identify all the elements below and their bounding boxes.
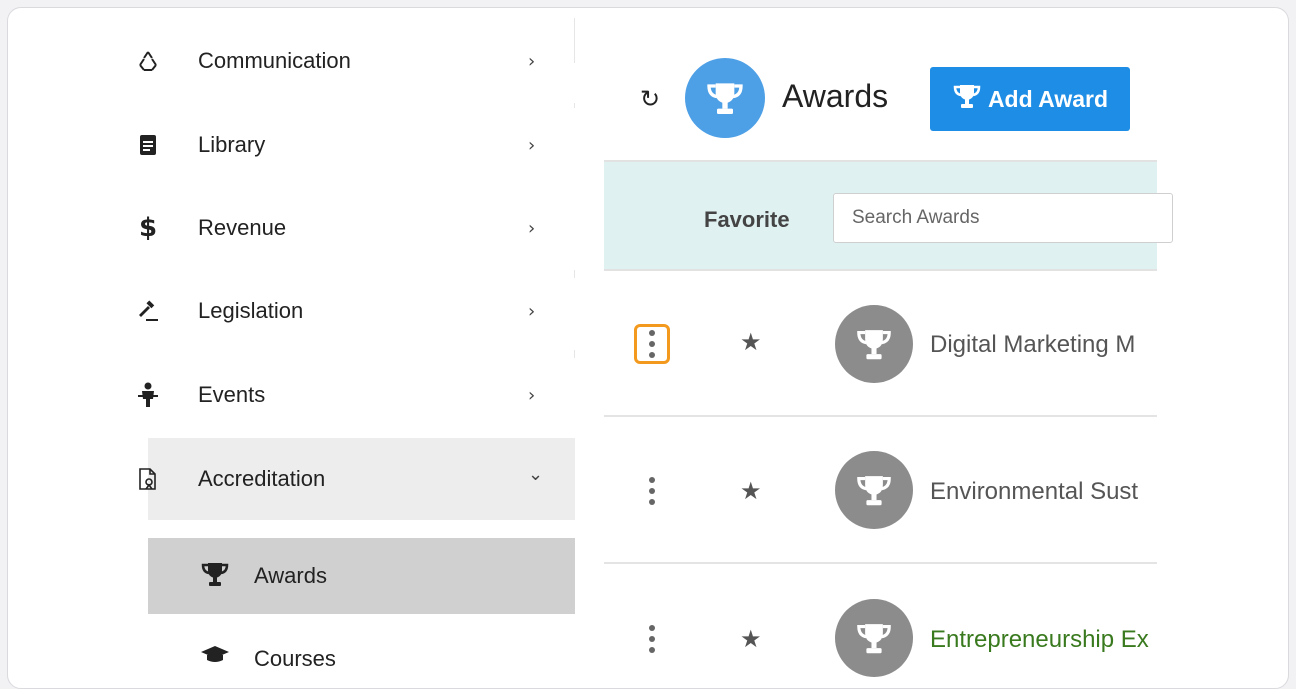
chevron-right-icon: › bbox=[528, 134, 536, 156]
star-icon[interactable]: ★ bbox=[740, 625, 762, 653]
chevron-right-icon: › bbox=[528, 300, 536, 322]
trophy-icon bbox=[857, 624, 891, 654]
row-menu-button[interactable] bbox=[634, 619, 670, 659]
trophy-icon bbox=[857, 476, 891, 506]
sidebar-subitem-label: Courses bbox=[254, 646, 336, 671]
sidebar-item-events[interactable]: Events › bbox=[138, 354, 575, 436]
row-menu-button[interactable] bbox=[634, 324, 670, 364]
trophy-icon bbox=[707, 83, 743, 114]
sidebar-item-label: Revenue bbox=[198, 215, 287, 240]
trophy-icon bbox=[200, 561, 230, 592]
sidebar-item-revenue[interactable]: $ Revenue › bbox=[139, 187, 575, 269]
award-avatar bbox=[835, 599, 913, 677]
main-content: ↻ Awards Add Award Favorite ★ Digital Ma… bbox=[604, 8, 1173, 688]
chevron-down-icon: ⌄ bbox=[528, 463, 544, 485]
sidebar-item-library[interactable]: Library › bbox=[140, 104, 575, 186]
search-input[interactable] bbox=[833, 193, 1173, 243]
trophy-icon bbox=[857, 330, 891, 360]
table-row: ★ Entrepreneurship Ex bbox=[604, 563, 1157, 688]
add-award-label: Add Award bbox=[987, 85, 1109, 112]
table-row: ★ Digital Marketing M bbox=[604, 270, 1157, 417]
award-avatar bbox=[835, 305, 913, 383]
award-avatar bbox=[835, 451, 913, 529]
divider bbox=[574, 350, 575, 358]
app-window: Communication › Library › $ Revenue › Le… bbox=[7, 7, 1289, 689]
gavel-icon bbox=[136, 299, 160, 323]
awards-avatar bbox=[685, 58, 765, 138]
divider bbox=[574, 270, 575, 278]
certificate-icon bbox=[136, 467, 160, 491]
sidebar-subitem-awards[interactable]: Awards bbox=[148, 538, 575, 614]
refresh-icon[interactable]: ↻ bbox=[640, 85, 660, 113]
sidebar-item-label: Communication bbox=[198, 48, 351, 73]
sidebar-item-label: Accreditation bbox=[198, 466, 326, 491]
sidebar-item-label: Legislation bbox=[198, 298, 304, 323]
award-name[interactable]: Environmental Sust bbox=[930, 478, 1157, 506]
document-icon bbox=[136, 133, 160, 157]
add-award-button[interactable]: Add Award bbox=[930, 67, 1130, 131]
dollar-icon: $ bbox=[138, 213, 158, 243]
sidebar-item-communication[interactable]: Communication › bbox=[139, 20, 575, 102]
star-icon[interactable]: ★ bbox=[740, 477, 762, 505]
filter-bar: Favorite bbox=[604, 160, 1173, 271]
sidebar-item-label: Library bbox=[198, 132, 266, 157]
award-name[interactable]: Digital Marketing M bbox=[930, 331, 1157, 359]
award-name[interactable]: Entrepreneurship Ex bbox=[930, 626, 1157, 654]
row-menu-button[interactable] bbox=[634, 471, 670, 511]
sidebar-nav: Communication › Library › $ Revenue › Le… bbox=[138, 8, 582, 688]
sidebar-item-legislation[interactable]: Legislation › bbox=[139, 270, 575, 352]
chevron-right-icon: › bbox=[528, 50, 536, 72]
sidebar-item-accreditation[interactable]: Accreditation ⌄ bbox=[139, 438, 575, 520]
sidebar-subitem-courses[interactable]: Courses bbox=[148, 620, 575, 688]
star-icon[interactable]: ★ bbox=[740, 328, 762, 356]
chevron-right-icon: › bbox=[528, 217, 536, 239]
trophy-icon bbox=[952, 83, 982, 115]
page-title: Awards bbox=[782, 78, 889, 114]
chevron-right-icon: › bbox=[528, 384, 536, 406]
favorite-filter[interactable]: Favorite bbox=[704, 207, 790, 233]
divider bbox=[574, 18, 575, 63]
person-icon bbox=[136, 382, 160, 407]
graduation-cap-icon bbox=[200, 644, 230, 669]
recycle-icon bbox=[136, 49, 160, 73]
sidebar-subitem-label: Awards bbox=[254, 563, 327, 588]
sidebar-item-label: Events bbox=[198, 382, 266, 407]
table-row: ★ Environmental Sust bbox=[604, 417, 1157, 564]
divider bbox=[574, 103, 575, 108]
